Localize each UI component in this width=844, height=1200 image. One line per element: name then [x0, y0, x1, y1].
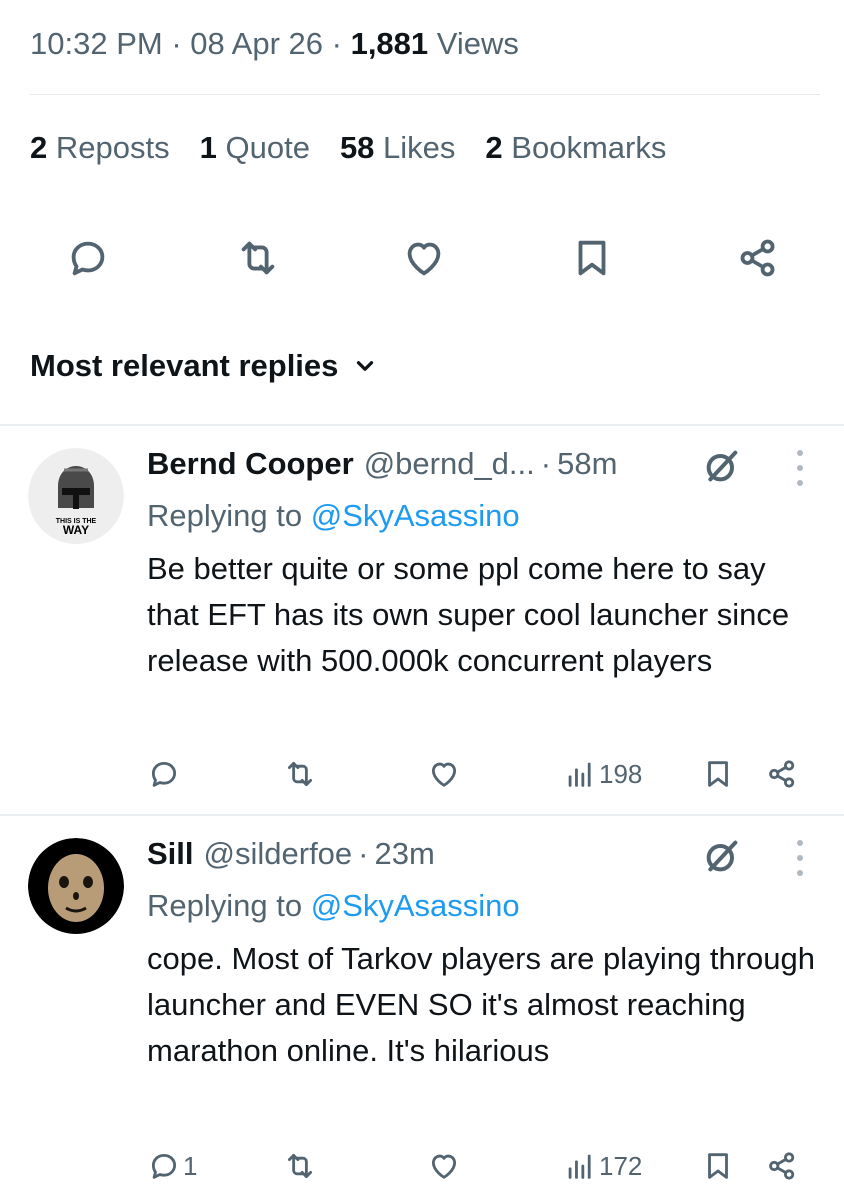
- reply-icon: [151, 761, 177, 787]
- separator-dot: ·: [358, 836, 369, 871]
- helmet-avatar-image: THIS IS THE WAY: [28, 448, 124, 544]
- reply-item[interactable]: Sill @silderfoe · 23m Replying to @SkyAs…: [0, 816, 844, 1200]
- engagement-stats: 2 Reposts 1 Quote 58 Likes 2 Bookmarks: [30, 130, 696, 166]
- stone-mask-avatar-image: [28, 838, 124, 934]
- share-icon: [769, 1152, 795, 1180]
- like-button[interactable]: [396, 230, 452, 286]
- views-count: 172: [599, 1150, 643, 1181]
- views-count: 198: [599, 758, 643, 789]
- replying-to: Replying to @SkyAsassino: [147, 888, 520, 924]
- share-button[interactable]: [765, 754, 799, 794]
- reply-text: cope. Most of Tarkov players are playing…: [147, 941, 816, 1068]
- repost-button[interactable]: [230, 230, 286, 286]
- reply-text: Be better quite or some ppl come here to…: [147, 551, 790, 678]
- repost-button[interactable]: [283, 1146, 317, 1186]
- reply-icon: [71, 241, 105, 276]
- bookmark-button[interactable]: [701, 754, 735, 794]
- reply-header: Sill @silderfoe · 23m: [147, 836, 435, 872]
- meta-separator: ·: [171, 26, 182, 61]
- avatar[interactable]: [28, 838, 124, 934]
- tweet-action-bar: [50, 230, 790, 286]
- views-icon: [568, 762, 591, 787]
- mention-link[interactable]: @SkyAsassino: [311, 498, 520, 533]
- bookmark-button[interactable]: [564, 230, 620, 286]
- share-icon: [769, 760, 795, 788]
- likes-stat[interactable]: 58 Likes: [340, 130, 455, 166]
- timestamp[interactable]: 23m: [375, 836, 435, 872]
- reply-header: Bernd Cooper @bernd_d... · 58m: [147, 446, 617, 482]
- grok-icon: [706, 450, 738, 482]
- replying-prefix: Replying to: [147, 888, 303, 923]
- mention-link[interactable]: @SkyAsassino: [311, 888, 520, 923]
- quotes-stat[interactable]: 1 Quote: [200, 130, 310, 166]
- bookmark-icon: [708, 761, 728, 787]
- user-handle[interactable]: @silderfoe: [204, 836, 353, 872]
- views-count: 1,881: [350, 26, 429, 61]
- repost-icon: [241, 241, 275, 275]
- share-button[interactable]: [730, 230, 786, 286]
- sort-label: Most relevant replies: [30, 348, 339, 383]
- more-dot: [797, 870, 803, 876]
- more-dot: [797, 480, 803, 486]
- reply-button[interactable]: [147, 754, 183, 794]
- separator-dot: ·: [540, 446, 552, 481]
- more-dot: [797, 465, 803, 471]
- chevron-down-icon: [357, 361, 374, 371]
- like-icon: [431, 762, 457, 787]
- like-button[interactable]: [427, 1146, 461, 1186]
- bookmark-button[interactable]: [701, 1146, 735, 1186]
- grok-button[interactable]: [702, 836, 742, 876]
- grok-button[interactable]: [702, 446, 742, 486]
- reply-item[interactable]: THIS IS THE WAY Bernd Cooper @bernd_d...…: [0, 426, 844, 814]
- bookmarks-stat[interactable]: 2 Bookmarks: [485, 130, 666, 166]
- timestamp[interactable]: 58m: [557, 446, 617, 482]
- reply-action-bar: 1 172: [147, 1146, 817, 1186]
- views-button[interactable]: 172: [563, 1146, 642, 1186]
- like-icon: [407, 242, 441, 276]
- more-dot: [797, 840, 803, 846]
- reposts-stat[interactable]: 2 Reposts: [30, 130, 170, 166]
- tweet-time: 10:32 PM: [30, 26, 163, 61]
- reply-count: 1: [183, 1150, 198, 1181]
- views-button[interactable]: 198: [563, 754, 642, 794]
- share-icon: [740, 239, 775, 277]
- views-icon: [568, 1154, 591, 1179]
- repost-icon: [287, 1153, 313, 1179]
- more-dot: [797, 450, 803, 456]
- display-name[interactable]: Sill: [147, 836, 194, 872]
- reply-button[interactable]: 1: [147, 1146, 197, 1186]
- more-options-button[interactable]: [794, 450, 806, 486]
- user-handle[interactable]: @bernd_d...: [364, 446, 535, 482]
- reply-button[interactable]: [60, 230, 116, 286]
- replying-prefix: Replying to: [147, 498, 303, 533]
- replying-to: Replying to @SkyAsassino: [147, 498, 520, 534]
- reply-action-bar: 198: [147, 754, 817, 794]
- more-dot: [797, 855, 803, 861]
- grok-icon: [706, 840, 738, 872]
- avatar-caption: WAY: [63, 523, 89, 537]
- share-button[interactable]: [765, 1146, 799, 1186]
- divider: [30, 94, 820, 95]
- meta-separator: ·: [331, 26, 342, 61]
- like-button[interactable]: [427, 754, 461, 794]
- views-label: Views: [436, 26, 519, 61]
- avatar[interactable]: THIS IS THE WAY: [28, 448, 124, 544]
- bookmark-icon: [578, 240, 606, 276]
- bookmark-icon: [708, 1153, 728, 1179]
- tweet-date: 08 Apr 26: [190, 26, 323, 61]
- like-icon: [431, 1154, 457, 1179]
- replies-sort-dropdown[interactable]: Most relevant replies: [30, 348, 378, 384]
- display-name[interactable]: Bernd Cooper: [147, 446, 354, 482]
- reply-icon: [151, 1153, 177, 1179]
- repost-icon: [287, 761, 313, 787]
- repost-button[interactable]: [283, 754, 317, 794]
- more-options-button[interactable]: [794, 840, 806, 876]
- tweet-meta: 10:32 PM · 08 Apr 26 · 1,881 Views: [30, 26, 519, 62]
